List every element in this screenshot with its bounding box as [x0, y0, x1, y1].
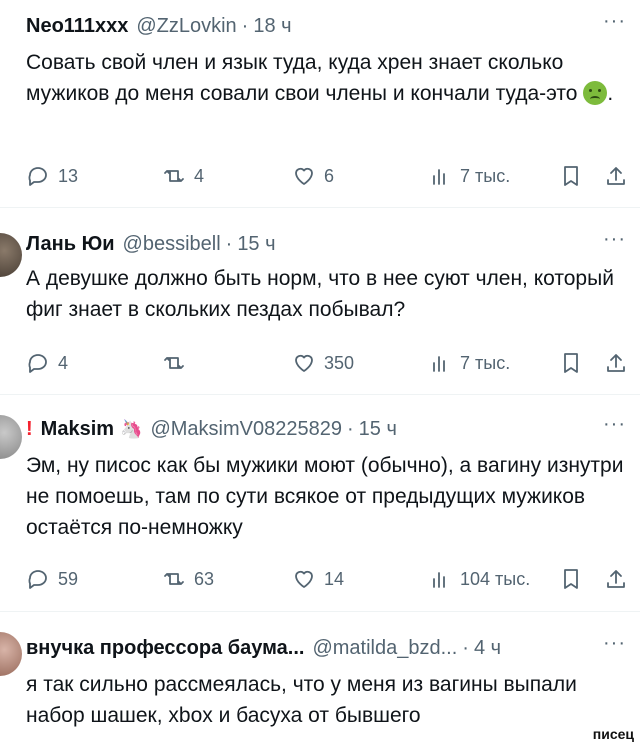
- like-count: 14: [324, 568, 345, 589]
- views-count: 7 тыс.: [460, 165, 511, 186]
- bookmark-icon: [559, 567, 583, 591]
- tweet-text: Эм, ну писос как бы мужики моют (обычно)…: [26, 454, 624, 539]
- reply-count: 13: [58, 165, 79, 186]
- timestamp[interactable]: 15 ч: [237, 233, 275, 256]
- tweet-text-end: .: [607, 82, 614, 105]
- author-name[interactable]: внучка профессора баума...: [26, 637, 304, 660]
- retweet-button[interactable]: [162, 349, 194, 377]
- tweet-text: А девушке должно быть норм, что в нее су…: [26, 267, 614, 321]
- share-icon: [604, 351, 628, 375]
- nauseated-face-emoji: [583, 81, 608, 105]
- more-options-icon[interactable]: ···: [603, 632, 626, 655]
- reply-icon: [26, 164, 50, 188]
- retweet-icon: [162, 164, 186, 188]
- reply-icon: [26, 351, 50, 375]
- share-button[interactable]: [604, 349, 628, 377]
- views-count: 7 тыс.: [460, 352, 511, 373]
- retweet-button[interactable]: 63: [162, 565, 214, 593]
- reply-button[interactable]: 4: [26, 349, 68, 377]
- watermark: писец: [592, 726, 634, 742]
- more-options-icon[interactable]: ···: [603, 10, 626, 33]
- author-handle[interactable]: @matilda_bzd...: [312, 637, 457, 660]
- separator-dot: ·: [462, 636, 469, 659]
- views-count: 104 тыс.: [460, 568, 531, 589]
- tweet-3[interactable]: ! Maksim 🦄 @MaksimV08225829 · 15 ч ··· Э…: [0, 395, 640, 610]
- more-options-icon[interactable]: ···: [603, 413, 626, 436]
- reply-button[interactable]: 59: [26, 565, 78, 593]
- separator-dot: ·: [241, 14, 249, 37]
- author-name[interactable]: Лань Юи: [26, 233, 115, 256]
- tweet-text: я так сильно рассмеялась, что у меня из …: [26, 673, 577, 727]
- more-options-icon[interactable]: ···: [603, 228, 626, 251]
- author-handle[interactable]: @bessibell: [123, 233, 221, 256]
- author-name[interactable]: Neo111xxx: [26, 15, 128, 38]
- timestamp[interactable]: 18 ч: [253, 15, 291, 38]
- action-bar: 59 63 14 104 тыс.: [26, 565, 630, 593]
- heart-icon: [292, 164, 316, 188]
- exclamation-mark: !: [26, 417, 33, 440]
- action-bar: 13 4 6 7 тыс.: [26, 162, 630, 190]
- tweet-header: ! Maksim 🦄 @MaksimV08225829 · 15 ч: [26, 415, 397, 443]
- tweet-1[interactable]: Neo111xxx @ZzLovkin · 18 ч ··· Совать св…: [0, 0, 640, 206]
- heart-icon: [292, 351, 316, 375]
- tweet-text-body: Совать свой член и язык туда, куда хрен …: [26, 51, 578, 105]
- bookmark-icon: [559, 351, 583, 375]
- tweet-header: внучка профессора баума... @matilda_bzd.…: [26, 634, 501, 662]
- tweet-2[interactable]: Лань Юи @bessibell · 15 ч ··· А девушке …: [0, 208, 640, 393]
- views-chart-icon: [428, 351, 452, 375]
- reply-button[interactable]: 13: [26, 162, 78, 190]
- unicorn-icon: 🦄: [120, 418, 143, 439]
- views-button[interactable]: 104 тыс.: [428, 565, 530, 593]
- bookmark-icon: [559, 164, 583, 188]
- action-bar: 4 350 7 тыс.: [26, 349, 630, 377]
- author-name[interactable]: Maksim: [41, 418, 114, 441]
- views-chart-icon: [428, 567, 452, 591]
- share-icon: [604, 164, 628, 188]
- avatar[interactable]: [0, 233, 22, 277]
- reply-count: 59: [58, 568, 79, 589]
- retweet-count: 63: [194, 568, 215, 589]
- avatar[interactable]: [0, 632, 22, 676]
- bookmark-button[interactable]: [559, 162, 583, 190]
- share-icon: [604, 567, 628, 591]
- timestamp[interactable]: 15 ч: [359, 418, 397, 441]
- heart-icon: [292, 567, 316, 591]
- tweet-header: Лань Юи @bessibell · 15 ч: [26, 230, 276, 258]
- retweet-count: 4: [194, 165, 205, 186]
- retweet-icon: [162, 351, 186, 375]
- like-button[interactable]: 350: [292, 349, 354, 377]
- author-handle[interactable]: @ZzLovkin: [136, 15, 236, 38]
- separator-dot: ·: [346, 417, 354, 440]
- share-button[interactable]: [604, 162, 628, 190]
- separator-dot: ·: [225, 232, 233, 255]
- tweet-text: Совать свой член и язык туда, куда хрен …: [26, 47, 628, 109]
- reply-count: 4: [58, 352, 69, 373]
- like-count: 6: [324, 165, 335, 186]
- like-button[interactable]: 14: [292, 565, 344, 593]
- like-button[interactable]: 6: [292, 162, 334, 190]
- timestamp[interactable]: 4 ч: [474, 637, 501, 660]
- author-handle[interactable]: @MaksimV08225829: [150, 418, 342, 441]
- avatar[interactable]: [0, 415, 22, 459]
- retweet-button[interactable]: 4: [162, 162, 204, 190]
- bookmark-button[interactable]: [559, 349, 583, 377]
- reply-icon: [26, 567, 50, 591]
- views-chart-icon: [428, 164, 452, 188]
- tweet-4[interactable]: внучка профессора баума... @matilda_bzd.…: [0, 612, 640, 745]
- tweet-header: Neo111xxx @ZzLovkin · 18 ч: [26, 12, 292, 40]
- views-button[interactable]: 7 тыс.: [428, 349, 510, 377]
- like-count: 350: [324, 352, 355, 373]
- bookmark-button[interactable]: [559, 565, 583, 593]
- retweet-icon: [162, 567, 186, 591]
- views-button[interactable]: 7 тыс.: [428, 162, 510, 190]
- share-button[interactable]: [604, 565, 628, 593]
